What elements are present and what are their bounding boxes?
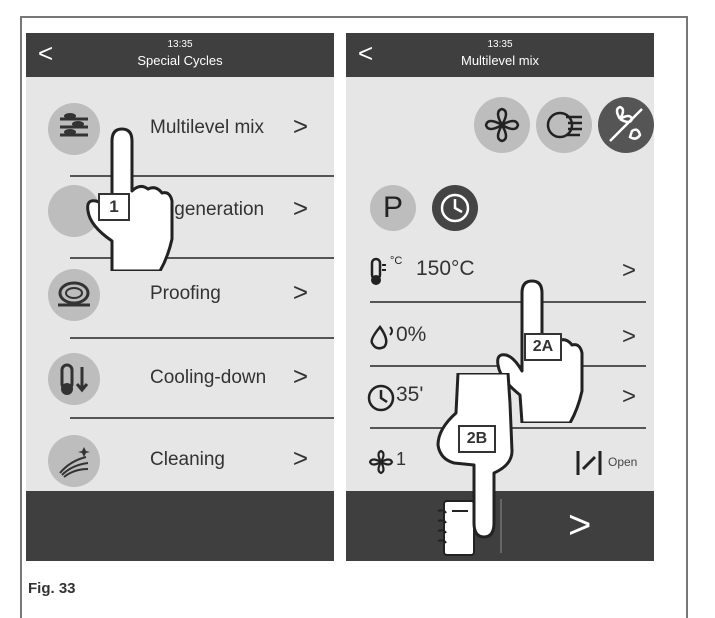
chevron-right-icon: > [292, 193, 308, 223]
menu-item-cleaning[interactable]: Cleaning > [26, 421, 334, 501]
damper-icon [576, 451, 602, 475]
temperature-value: 150°C [416, 257, 475, 280]
clock-icon [440, 193, 470, 223]
cooling-down-icon [48, 353, 100, 405]
cleaning-icon [48, 435, 100, 487]
chevron-right-icon: > [292, 111, 308, 141]
next-button[interactable]: > [568, 503, 591, 547]
fan-off-icon [609, 105, 643, 142]
clock: 13:35 [167, 39, 193, 50]
page-title: Multilevel mix [460, 53, 539, 68]
header: < 13:35 Multilevel mix [346, 33, 654, 77]
multilevel-mix-screen: < 13:35 Multilevel mix P °C 150°C > 0% >… [346, 33, 654, 561]
menu-label: Cooling-down [150, 367, 267, 388]
fan-mode-button[interactable] [474, 97, 530, 153]
steam-mode-button[interactable] [536, 97, 592, 153]
special-cycles-screen: < 13:35 Special Cycles Multilevel mix > … [26, 33, 334, 561]
temperature-unit-label: °C [390, 255, 403, 267]
chevron-right-icon: > [292, 277, 308, 307]
proofing-icon [48, 269, 100, 321]
damper-status: Open [608, 455, 638, 469]
humidity-drop-icon [370, 324, 393, 350]
chevron-right-icon: > [621, 323, 636, 350]
step-tag-2a: 2A [524, 333, 562, 361]
page-title: Special Cycles [137, 53, 223, 68]
footer-bar [26, 491, 334, 561]
chevron-right-icon: > [292, 443, 308, 473]
menu-item-cooling-down[interactable]: Cooling-down > [26, 339, 334, 419]
header: < 13:35 Special Cycles [26, 33, 334, 77]
chevron-right-icon: > [621, 383, 636, 410]
pointing-hand-icon [436, 373, 514, 539]
step-tag-2b: 2B [458, 425, 496, 453]
timer-mode-button[interactable] [432, 185, 478, 231]
chevron-right-icon: > [292, 361, 308, 391]
divider [70, 417, 334, 419]
menu-label: Cleaning [150, 449, 225, 470]
clock: 13:35 [487, 39, 513, 50]
fan-icon [484, 107, 520, 143]
menu-label: Proofing [150, 283, 221, 304]
clock-icon [367, 384, 395, 412]
chevron-right-icon: > [621, 257, 636, 284]
fan-speed-value: 1 [396, 449, 407, 469]
fan-off-mode-button[interactable] [598, 97, 654, 153]
steam-fan-icon [546, 111, 582, 139]
figure-caption: Fig. 33 [28, 580, 76, 597]
humidity-value: 0% [396, 323, 427, 346]
program-button[interactable]: P [370, 185, 416, 231]
fan-icon [368, 449, 394, 475]
step-tag-1: 1 [98, 193, 130, 221]
